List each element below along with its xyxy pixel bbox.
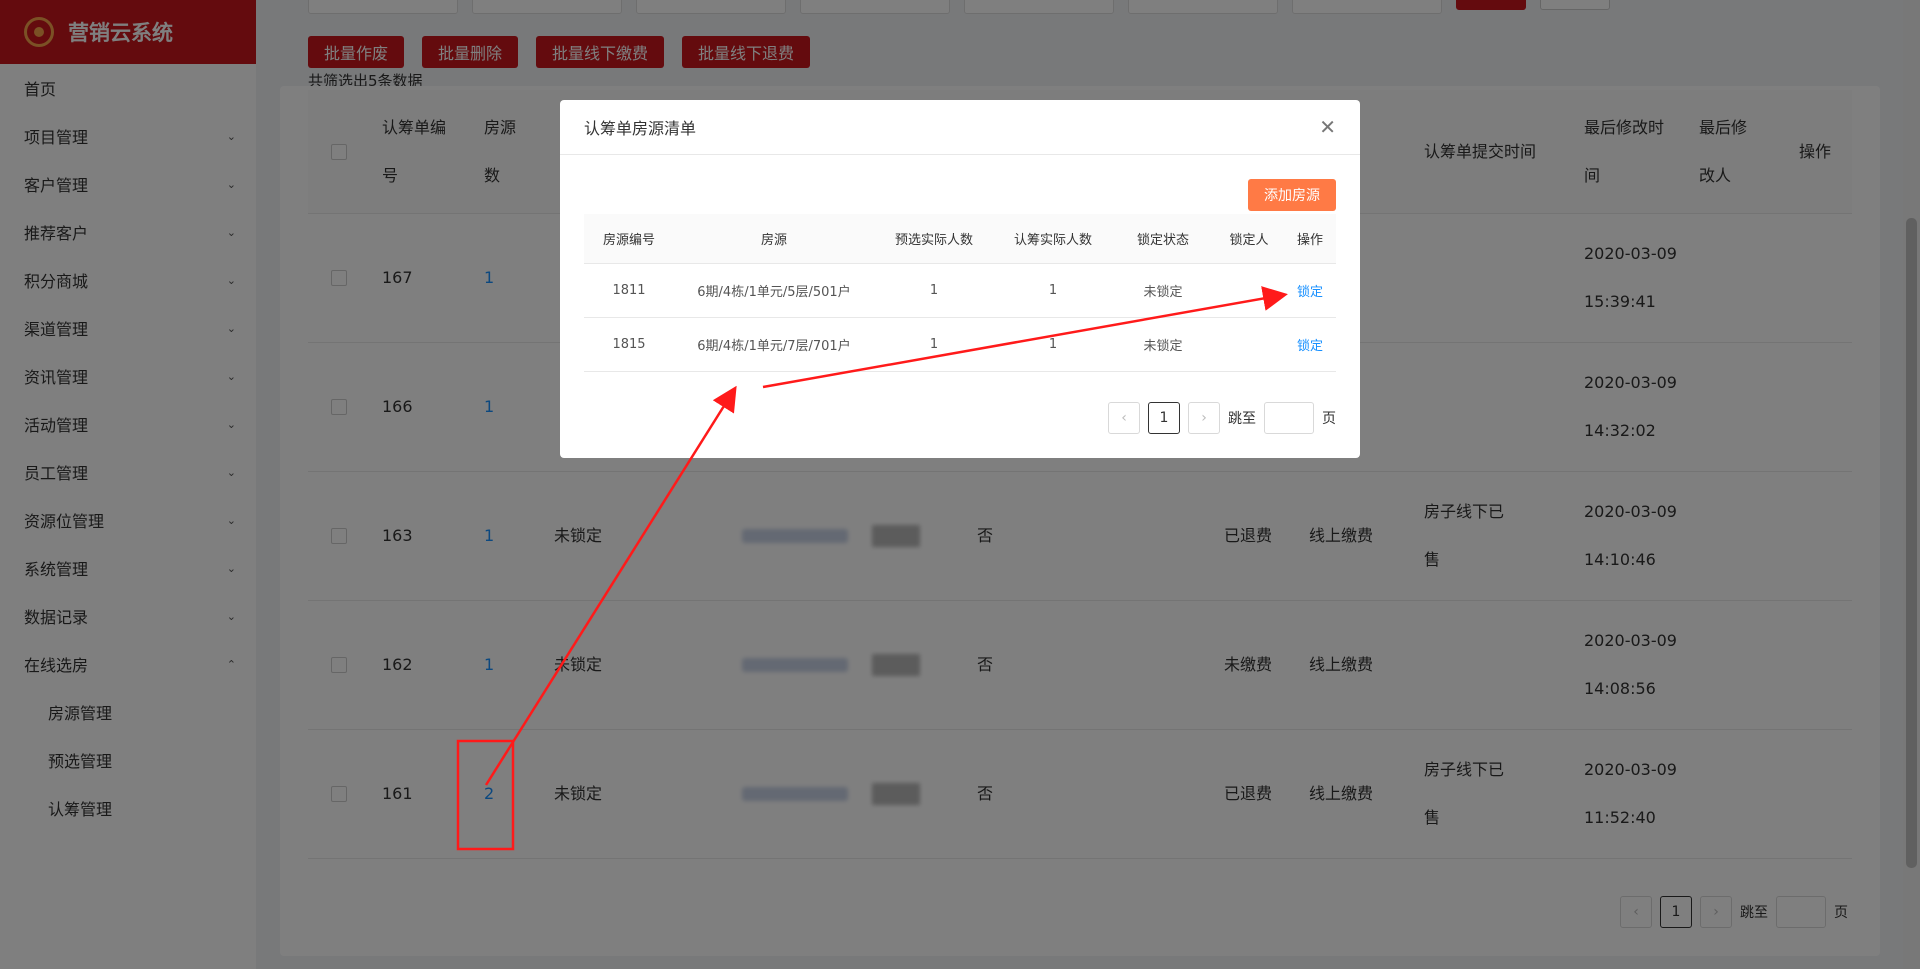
annotation-arrow <box>762 286 1288 389</box>
annotation-arrow <box>484 385 737 786</box>
annotation-overlay <box>456 286 1288 851</box>
